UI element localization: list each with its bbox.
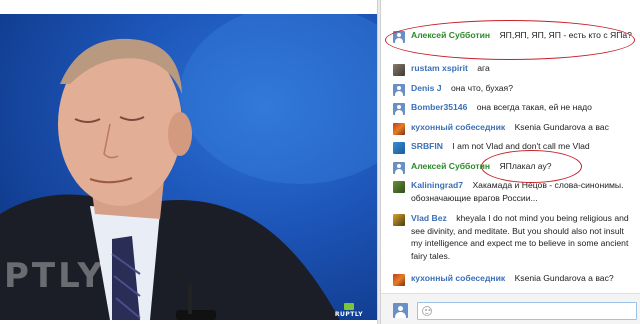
chat-message-body: Ksenia Gundarova а вас? — [514, 273, 614, 283]
video-frame[interactable]: PTLY RUPTLY — [0, 14, 377, 320]
chat-author[interactable]: кухонный собеседник — [411, 273, 505, 283]
chat-message-text: Denis J она что, бухая? — [411, 82, 634, 95]
chat-input-bar — [381, 293, 640, 324]
chat-message-body: ЯП,ЯП, ЯП, ЯП - есть кто с ЯПа? — [499, 30, 632, 40]
chat-author[interactable]: rustam xspirit — [411, 63, 468, 73]
video-watermark: PTLY — [4, 256, 106, 296]
default-avatar-icon[interactable] — [393, 103, 405, 115]
emoji-icon[interactable] — [422, 306, 432, 316]
video-player[interactable]: PTLY RUPTLY — [0, 0, 377, 324]
chat-message-body: ЯПлакал ау? — [499, 161, 552, 171]
chat-message-body: ага — [477, 63, 490, 73]
user-photo-avatar[interactable] — [393, 123, 405, 135]
chat-message-text: кухонный собеседник Ksenia Gundarova а в… — [411, 272, 634, 285]
user-photo-avatar[interactable] — [393, 181, 405, 193]
chat-message-text: Алексей Субботин ЯПлакал ау? — [411, 160, 634, 173]
chat-message-body: Ksenia Gundarova а вас — [514, 122, 609, 132]
default-avatar-icon[interactable] — [393, 162, 405, 174]
chat-author[interactable]: Vlad Bez — [411, 213, 447, 223]
chat-author[interactable]: Алексей Субботин — [411, 161, 490, 171]
user-photo-avatar[interactable] — [393, 142, 405, 154]
chat-message-text: Kaliningrad7 Хакамада и Нецов - слова-си… — [411, 179, 634, 204]
chat-message-body: она что, бухая? — [450, 83, 513, 93]
chat-author[interactable]: Kaliningrad7 — [411, 180, 463, 190]
chat-message-text: Алексей Субботин ЯП,ЯП, ЯП, ЯП - есть кт… — [411, 29, 634, 42]
user-photo-avatar[interactable] — [393, 64, 405, 76]
default-avatar-icon[interactable] — [393, 31, 405, 43]
live-chat-panel: Алексей Субботин ЯП,ЯП, ЯП, ЯП - есть кт… — [381, 0, 640, 324]
channel-logo-text: RUPTLY — [334, 311, 364, 318]
chat-message-text: кухонный собеседник Ksenia Gundarova а в… — [411, 121, 634, 134]
user-photo-avatar[interactable] — [393, 214, 405, 226]
chat-message-text: Vlad Bez kheyala I do not mind you being… — [411, 212, 634, 262]
chat-input-field[interactable] — [417, 302, 637, 320]
chat-message-body: I am not Vlad and don't call me Vlad — [452, 141, 590, 151]
chat-author[interactable]: Denis J — [411, 83, 442, 93]
default-avatar-icon — [393, 303, 408, 318]
chat-author[interactable]: Bomber35146 — [411, 102, 467, 112]
ruptly-logo-icon — [344, 303, 354, 310]
user-photo-avatar[interactable] — [393, 274, 405, 286]
chat-message-text: Bomber35146 она всегда такая, ей не надо — [411, 101, 634, 114]
channel-logo: RUPTLY — [334, 303, 364, 318]
default-avatar-icon[interactable] — [393, 84, 405, 96]
chat-message-text: SRBFIN I am not Vlad and don't call me V… — [411, 140, 634, 153]
chat-message-text: rustam xspirit ага — [411, 62, 634, 75]
chat-author[interactable]: кухонный собеседник — [411, 122, 505, 132]
chat-author[interactable]: Алексей Субботин — [411, 30, 490, 40]
chat-author[interactable]: SRBFIN — [411, 141, 443, 151]
chat-message-body: она всегда такая, ей не надо — [476, 102, 592, 112]
